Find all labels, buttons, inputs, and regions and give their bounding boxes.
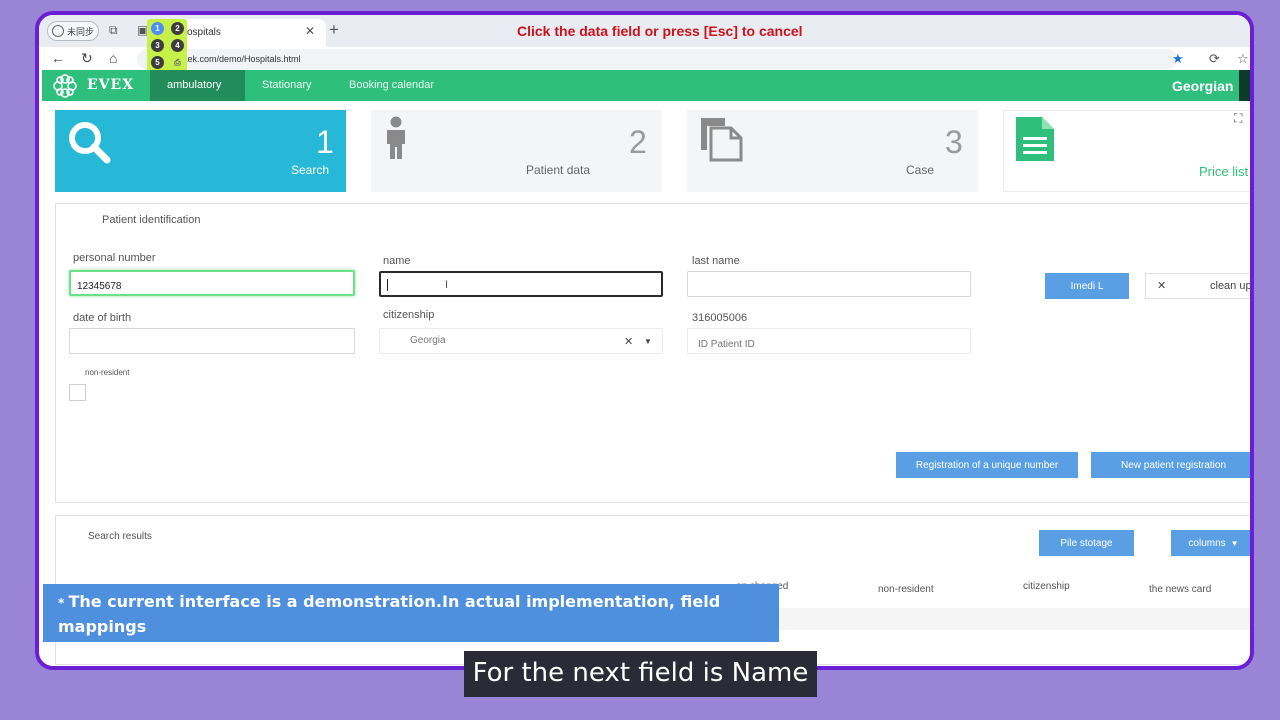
step-number: 3 [945,124,963,160]
nav-ambulatory-label: ambulatory [167,79,222,91]
name-input[interactable]: I [379,271,663,297]
last-name-label: last name [692,255,740,267]
badge-3[interactable]: 3 [151,39,164,52]
non-resident-checkbox[interactable] [69,384,86,401]
evex-logo-icon [53,74,77,98]
home-icon[interactable]: ⌂ [109,50,117,66]
video-caption: For the next field is Name [464,651,817,697]
text-cursor-icon: I [445,279,449,291]
chevron-down-icon: ▼ [1230,538,1239,548]
non-resident-label: non-resident [85,368,130,377]
screenshot-icon[interactable]: ⛶ [1234,111,1242,126]
step-case[interactable]: 3 Case [687,110,978,192]
nav-booking-calendar[interactable]: Booking calendar [349,70,434,101]
step-label: Price list [1199,164,1249,179]
profile-label: 未同步 [66,26,94,37]
citizenship-value: Georgia [410,335,446,346]
file-icon [1016,117,1054,161]
person-icon [387,116,405,159]
app-navbar: EVEX ambulatory Stationary Booking calen… [42,70,1242,101]
step-price-list[interactable]: Price list ⛶ [1003,110,1250,192]
close-tab-icon[interactable]: ✕ [305,24,315,38]
step-search[interactable]: 1 Search [55,110,346,192]
field-number-badges: 1 2 3 4 5 ⎙ [147,19,187,75]
nav-stationary[interactable]: Stationary [262,70,312,101]
clean-up-label: clean up [1210,280,1252,292]
step-number: 2 [629,124,647,160]
asterisk: * [58,596,69,610]
step-label: Patient data [526,163,591,177]
last-name-input[interactable] [687,271,971,297]
dob-label: date of birth [73,312,132,324]
column-header-non-resident[interactable]: non-resident [878,584,934,595]
tab-title: ospitals [187,27,221,38]
citizenship-label: citizenship [383,309,435,321]
language-selector[interactable]: Georgian [1172,78,1233,94]
badge-1[interactable]: 1 [151,22,164,35]
address-bar-row: ← ↻ ⌂ ://plustek.com/demo/Hospitals.html… [39,47,1250,71]
scanner-icon[interactable]: ⎙ [171,56,184,69]
nav-stationary-label: Stationary [262,79,312,91]
nav-booking-label: Booking calendar [349,79,435,91]
close-icon: ✕ [1157,280,1167,292]
step-label: Case [906,163,935,177]
columns-button[interactable]: columns ▼ [1171,530,1250,556]
badge-2[interactable]: 2 [171,22,184,35]
extensions-icon[interactable]: ⟳ [1209,51,1220,67]
step-patient-data[interactable]: 2 Patient data [371,110,662,192]
nav-ambulatory[interactable]: ambulatory [150,70,245,101]
workspaces-icon[interactable]: ⧉ [109,23,118,38]
results-title: Search results [88,531,152,542]
back-icon[interactable]: ← [51,50,65,66]
personal-number-input[interactable] [69,270,355,296]
chevron-down-icon[interactable]: ▼ [644,337,652,346]
clear-icon[interactable]: ✕ [624,335,633,348]
imedi-button[interactable]: Imedi L [1045,273,1129,299]
personal-number-label: personal number [73,252,156,264]
demo-notice-overlay: * The current interface is a demonstrati… [43,584,779,666]
profile-button[interactable]: 未同步 [47,21,99,41]
instruction-banner: Click the data field or press [Esc] to c… [517,23,803,39]
column-header-news-card[interactable]: the news card [1149,584,1211,595]
app-logo: EVEX [87,77,135,93]
browser-tab-bar: 未同步 ⧉ ospitals ▣ ✕ + Click the data fiel… [39,15,1250,47]
pile-storage-button[interactable]: Pile stotage [1039,530,1134,556]
unique-number-button[interactable]: Registration of a unique number [896,452,1078,478]
step-number: 1 [316,124,334,160]
patient-id-input[interactable] [687,328,971,354]
column-header-citizenship[interactable]: citizenship [1023,581,1070,592]
new-tab-icon[interactable]: + [329,20,339,40]
url-field[interactable]: ://plustek.com/demo/Hospitals.html [137,49,1177,69]
badge-4[interactable]: 4 [171,39,184,52]
name-label: name [383,255,411,267]
notice-text-1: The current interface is a demonstration… [58,592,721,636]
text-caret [387,279,388,291]
columns-label: columns [1188,537,1226,549]
browser-window: 未同步 ⧉ ospitals ▣ ✕ + Click the data fiel… [35,11,1254,670]
search-icon [69,122,111,164]
badge-5[interactable]: 5 [151,56,164,69]
patient-identification-panel: Patient identification personal number n… [55,203,1252,503]
clean-up-button[interactable]: ✕ clean up [1145,273,1252,299]
dob-input[interactable] [69,328,355,354]
favorites-icon[interactable]: ☆ [1237,51,1249,67]
documents-icon [701,118,743,162]
demo-notice-line1: * The current interface is a demonstrati… [58,590,779,638]
profile-icon [51,25,64,37]
reload-icon[interactable]: ↻ [81,50,93,67]
patient-id-label: 316005006 [692,312,748,324]
step-label: Search [291,163,330,177]
navbar-edge [1239,70,1250,101]
bookmark-star-icon[interactable]: ★ [1172,51,1184,67]
new-patient-button[interactable]: New patient registration [1091,452,1250,478]
citizenship-select[interactable]: Georgia ✕ ▼ [379,328,663,354]
panel-title: Patient identification [102,214,201,226]
